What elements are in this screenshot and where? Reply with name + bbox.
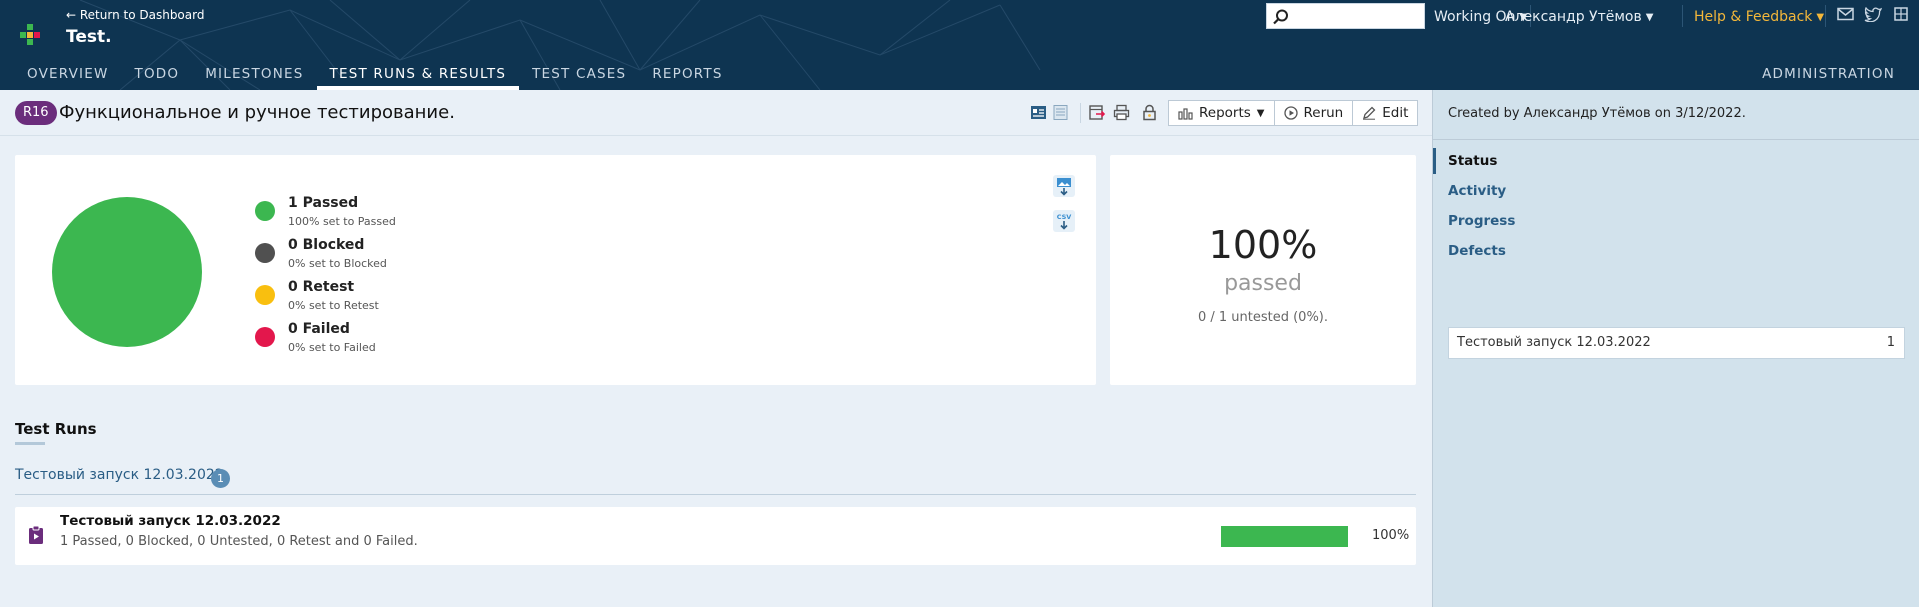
image-download-icon xyxy=(1057,178,1071,196)
sidebar-item-activity[interactable]: Activity xyxy=(1433,176,1919,206)
sidebar-nav: Status Activity Progress Defects xyxy=(1433,146,1919,266)
nav-test-runs-results[interactable]: TEST RUNS & RESULTS xyxy=(316,62,520,90)
run-title: Функциональное и ручное тестирование. xyxy=(59,102,455,123)
nav-milestones[interactable]: MILESTONES xyxy=(192,62,316,90)
sidebar-run-item[interactable]: Тестовый запуск 12.03.2022 1 xyxy=(1448,327,1905,359)
twitter-icon[interactable] xyxy=(1864,7,1882,22)
user-menu-wrapper[interactable]: Александр Утёмов ▼ xyxy=(1505,8,1653,26)
legend-passed-sub: 100% set to Passed xyxy=(288,215,396,228)
sidebar-item-progress[interactable]: Progress xyxy=(1433,206,1919,236)
run-title-bar: R16 Функциональное и ручное тестирование… xyxy=(0,90,1432,136)
created-by-text: Created by Александр Утёмов on 3/12/2022… xyxy=(1448,106,1746,121)
svg-text:CSV: CSV xyxy=(1057,213,1072,221)
chevron-down-icon: ▼ xyxy=(1256,107,1265,119)
table-row[interactable]: Тестовый запуск 12.03.2022 1 Passed, 0 B… xyxy=(15,507,1416,565)
compact-view-icon[interactable] xyxy=(1052,104,1069,121)
help-feedback-menu[interactable]: Help & Feedback ▼ xyxy=(1694,8,1824,26)
nav-test-cases[interactable]: TEST CASES xyxy=(519,62,639,90)
percent-passed-card: 100% passed 0 / 1 untested (0%). xyxy=(1110,155,1416,385)
top-header: ← Return to Dashboard Test. Working On ▼… xyxy=(0,0,1919,90)
details-view-icon[interactable] xyxy=(1030,104,1047,121)
help-feedback-label: Help & Feedback xyxy=(1694,9,1813,25)
reports-button-label: Reports xyxy=(1199,105,1251,121)
untested-summary: 0 / 1 untested (0%). xyxy=(1197,310,1329,325)
edit-button[interactable]: Edit xyxy=(1353,101,1417,125)
test-run-icon xyxy=(29,525,43,544)
progress-fill xyxy=(1221,526,1348,547)
legend-retest-sub: 0% set to Retest xyxy=(288,299,379,312)
nav-reports[interactable]: REPORTS xyxy=(639,62,735,90)
section-underline xyxy=(15,442,45,445)
right-sidebar: Created by Александр Утёмов on 3/12/2022… xyxy=(1432,90,1919,607)
export-csv-button[interactable]: CSV xyxy=(1053,210,1075,232)
export-image-button[interactable] xyxy=(1053,175,1075,197)
grid-icon[interactable] xyxy=(1894,7,1908,21)
working-on-label: Working On xyxy=(1434,9,1516,25)
blocked-dot xyxy=(255,243,275,263)
legend-passed-label: 1 Passed xyxy=(288,195,359,211)
test-run-group-count: 1 xyxy=(211,469,230,488)
nav-overview[interactable]: OVERVIEW xyxy=(0,62,122,90)
project-title[interactable]: Test. xyxy=(66,27,112,47)
rerun-button-label: Rerun xyxy=(1303,105,1344,121)
sidebar-item-defects[interactable]: Defects xyxy=(1433,236,1919,266)
toolbar-divider xyxy=(1080,103,1081,123)
legend-failed-sub: 0% set to Failed xyxy=(288,341,376,354)
passed-dot xyxy=(255,201,275,221)
search-box[interactable] xyxy=(1266,3,1425,29)
return-to-dashboard-link[interactable]: ← Return to Dashboard xyxy=(66,8,204,22)
main-nav: OVERVIEW TODO MILESTONES TEST RUNS & RES… xyxy=(0,62,736,90)
pie-slice-passed xyxy=(52,197,202,347)
legend-blocked-sub: 0% set to Blocked xyxy=(288,257,387,270)
sidebar-run-name: Тестовый запуск 12.03.2022 xyxy=(1457,335,1651,350)
group-divider xyxy=(15,494,1416,495)
nav-todo[interactable]: TODO xyxy=(122,62,193,90)
bar-chart-icon xyxy=(1178,107,1193,120)
edit-button-label: Edit xyxy=(1382,105,1409,121)
sidebar-item-status[interactable]: Status xyxy=(1433,146,1919,176)
legend-failed-label: 0 Failed xyxy=(288,321,350,337)
rerun-button[interactable]: Rerun xyxy=(1275,101,1354,125)
pencil-icon xyxy=(1363,106,1376,120)
sidebar-divider xyxy=(1433,139,1919,140)
test-run-group-title[interactable]: Тестовый запуск 12.03.2022 xyxy=(15,467,224,483)
export-icon[interactable] xyxy=(1089,104,1106,121)
print-icon[interactable] xyxy=(1113,104,1130,121)
test-run-name[interactable]: Тестовый запуск 12.03.2022 xyxy=(60,513,281,529)
run-id-badge: R16 xyxy=(15,101,57,125)
test-run-progress-bar xyxy=(1221,526,1348,547)
search-input[interactable] xyxy=(1293,6,1421,26)
app-logo[interactable] xyxy=(20,24,42,45)
mail-icon[interactable] xyxy=(1837,7,1854,21)
legend-retest-label: 0 Retest xyxy=(288,279,355,295)
chevron-down-icon: ▼ xyxy=(1816,11,1825,23)
percent-passed-value: 100% xyxy=(1208,223,1318,267)
user-name: Александр Утёмов xyxy=(1505,9,1642,25)
run-actions-group: Reports ▼ Rerun Edit xyxy=(1168,100,1419,126)
header-divider xyxy=(1682,5,1683,27)
header-divider xyxy=(1825,5,1826,27)
play-circle-icon xyxy=(1283,106,1298,120)
status-pie-chart xyxy=(52,197,202,347)
chevron-down-icon: ▼ xyxy=(1645,11,1654,23)
nav-administration[interactable]: ADMINISTRATION xyxy=(1762,62,1895,86)
legend-blocked-label: 0 Blocked xyxy=(288,237,365,253)
retest-dot xyxy=(255,285,275,305)
lock-icon[interactable] xyxy=(1141,104,1158,121)
search-icon xyxy=(1273,9,1288,25)
failed-dot xyxy=(255,327,275,347)
main-content: R16 Функциональное и ручное тестирование… xyxy=(0,90,1432,607)
test-run-stats: 1 Passed, 0 Blocked, 0 Untested, 0 Retes… xyxy=(60,534,418,549)
percent-passed-label: passed xyxy=(1224,271,1302,296)
sidebar-run-count: 1 xyxy=(1886,335,1895,350)
reports-button[interactable]: Reports ▼ xyxy=(1169,101,1275,125)
test-run-progress-text: 100% xyxy=(1372,528,1410,543)
csv-download-icon: CSV xyxy=(1057,213,1072,230)
status-chart-card: 1 Passed 100% set to Passed 0 Blocked 0%… xyxy=(15,155,1096,385)
test-runs-heading: Test Runs xyxy=(15,420,97,438)
